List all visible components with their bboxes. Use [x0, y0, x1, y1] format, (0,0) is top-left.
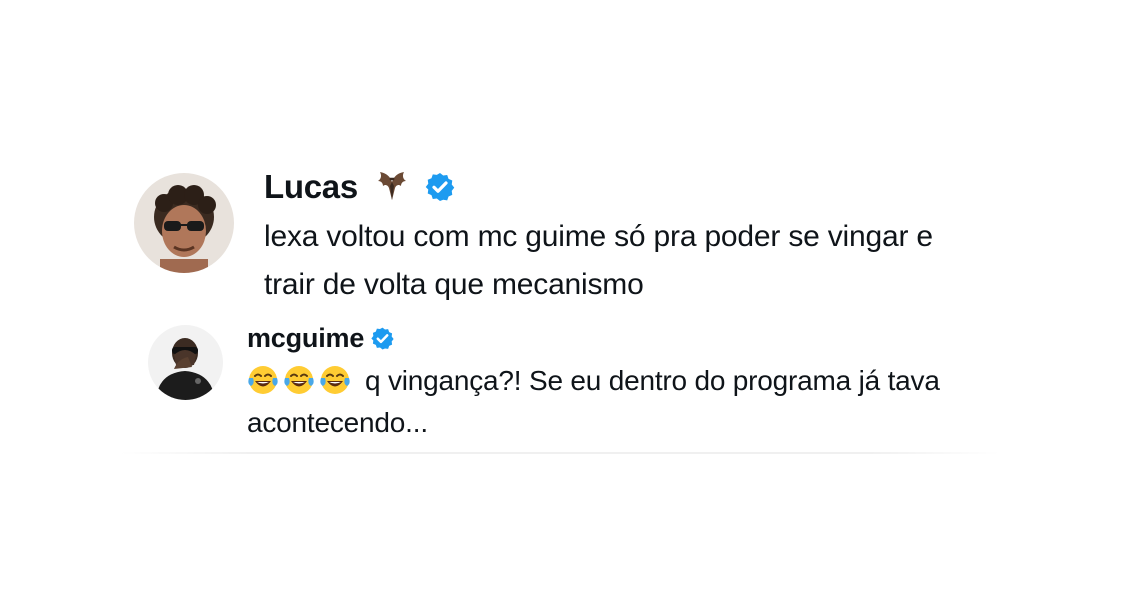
post-lucas: Lucas lexa voltou com mc guime só pra po… — [134, 165, 984, 309]
verified-badge-icon — [370, 326, 395, 351]
post-header: Lucas — [264, 165, 984, 209]
display-name[interactable]: mcguime — [247, 320, 364, 356]
avatar-lucas[interactable] — [134, 173, 234, 273]
face-with-tears-of-joy-icon — [247, 364, 279, 396]
post-text: q vingança?! Se eu dentro do programa já… — [247, 360, 1027, 444]
face-with-tears-of-joy-icon — [319, 364, 351, 396]
emoji-group — [247, 364, 355, 396]
display-name[interactable]: Lucas — [264, 165, 358, 209]
post-content: Lucas lexa voltou com mc guime só pra po… — [264, 165, 984, 309]
comment-thread: Lucas lexa voltou com mc guime só pra po… — [0, 0, 1147, 592]
post-content: mcguime q vingança?! Se eu dentro do pro… — [247, 320, 1027, 444]
verified-badge-icon — [424, 171, 456, 203]
post-mcguime: mcguime q vingança?! Se eu dentro do pro… — [148, 320, 1027, 444]
divider — [120, 452, 1000, 454]
post-text: lexa voltou com mc guime só pra poder se… — [264, 220, 933, 301]
post-header: mcguime — [247, 320, 1027, 356]
face-with-tears-of-joy-icon — [283, 364, 315, 396]
avatar-mcguime[interactable] — [148, 325, 223, 400]
bat-emoji-icon — [372, 170, 412, 204]
